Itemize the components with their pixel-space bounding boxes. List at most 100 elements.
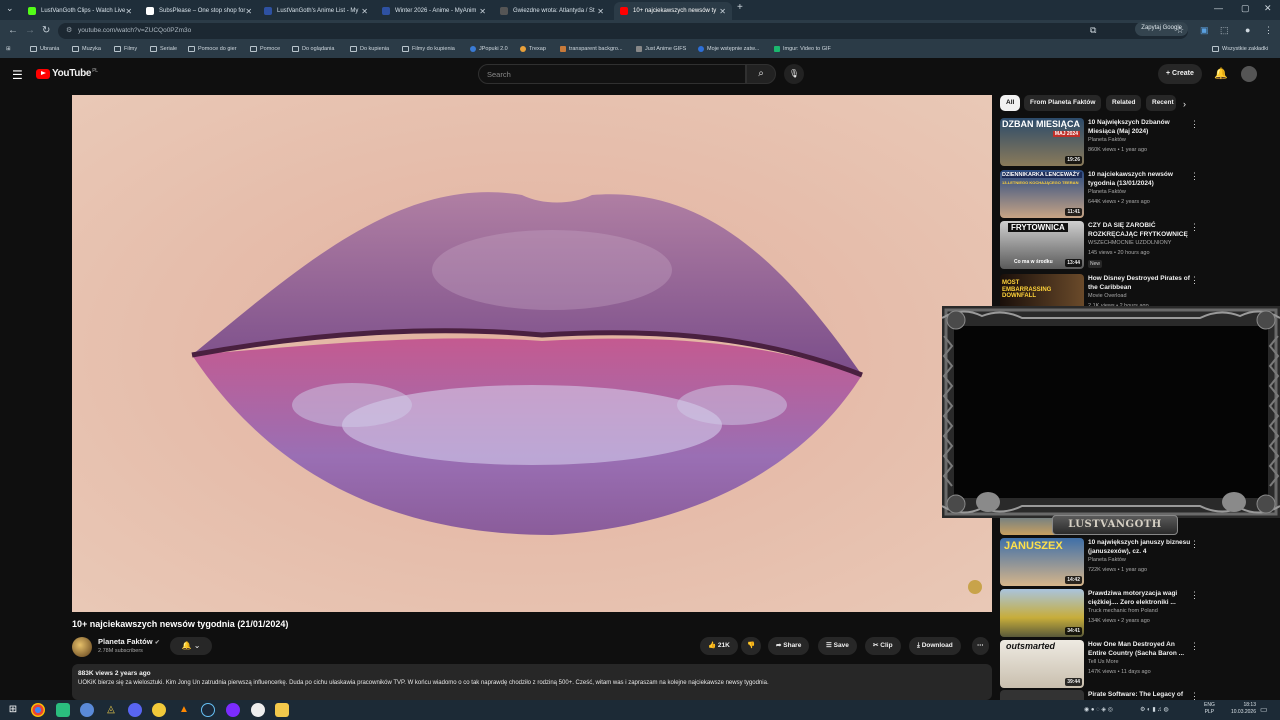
system-tray-icons[interactable]: ◉ ● ◌ ◈ ◎ <box>1084 703 1134 717</box>
profile-icon[interactable]: ● <box>1245 25 1250 35</box>
start-menu-icon[interactable]: ⊞ <box>6 703 20 717</box>
forward-icon[interactable]: → <box>25 25 35 36</box>
browser-tab-1[interactable]: LustVanGoth Clips - Watch Live ✕ <box>22 2 138 20</box>
reload-icon[interactable]: ↻ <box>42 25 50 36</box>
site-info-icon[interactable]: ⚙ <box>66 26 72 34</box>
app-icon[interactable] <box>56 703 70 717</box>
vlc-icon[interactable]: ▲ <box>177 703 191 717</box>
back-icon[interactable]: ← <box>8 25 18 36</box>
search-button[interactable]: ⌕ <box>746 64 776 84</box>
bookmark-link[interactable]: Just Anime GIFS <box>636 46 686 52</box>
share-button[interactable]: ➦ Share <box>768 637 810 655</box>
bookmark-folder[interactable]: Filmy do kupienia <box>402 46 455 52</box>
discord-icon[interactable] <box>128 703 142 717</box>
bookmark-link[interactable]: Moje wstępnie zatw... <box>698 46 759 52</box>
notifications-bell-icon[interactable]: 🔔 <box>1214 67 1228 80</box>
more-vertical-icon[interactable]: ⋮ <box>1190 119 1199 130</box>
bookmark-star-icon[interactable]: ☆ <box>1176 25 1184 36</box>
url-input[interactable]: ⚙ youtube.com/watch?v=ZUCQo0PZm3o <box>58 23 1188 39</box>
chip-all[interactable]: All <box>1000 95 1021 111</box>
extensions-icon[interactable]: ⬚ <box>1220 25 1229 36</box>
save-button[interactable]: ☰ Save <box>818 637 857 655</box>
install-app-icon[interactable]: ⧉ <box>1090 25 1096 36</box>
tray-status-icons[interactable]: ⚙ ◐ ▮ ♫ ◍ <box>1140 703 1200 717</box>
related-video-item[interactable]: outsmarted 39:44 How One Man Destroyed A… <box>1000 640 1205 688</box>
more-vertical-icon[interactable]: ⋮ <box>1190 222 1199 233</box>
bookmark-folder[interactable]: Seriale <box>150 46 177 52</box>
chip-from-channel[interactable]: From Planeta Faktów <box>1024 95 1102 111</box>
more-vertical-icon[interactable]: ⋮ <box>1190 171 1199 182</box>
related-video-item[interactable]: JANUSZEX 14:42 10 największych januszy b… <box>1000 538 1205 586</box>
like-button[interactable]: 👍 21K <box>700 637 738 655</box>
bookmark-link[interactable]: JPopuki 2.0 <box>470 46 508 52</box>
new-tab-icon[interactable]: + <box>737 2 743 13</box>
close-tab-icon[interactable]: ✕ <box>597 7 604 16</box>
bookmark-folder[interactable]: Filmy <box>114 46 137 52</box>
bookmark-folder[interactable]: Pomoce <box>250 46 280 52</box>
chevron-right-icon[interactable]: › <box>1183 99 1186 109</box>
browser-tab-2[interactable]: SubsPlease – One stop shop for ✕ <box>140 2 256 20</box>
chrome-icon[interactable] <box>31 703 45 717</box>
bookmark-folder[interactable]: Muzyka <box>72 46 101 52</box>
youtube-logo[interactable]: YouTube PL <box>36 68 98 79</box>
app-icon[interactable]: ◬ <box>104 703 118 717</box>
steam-icon[interactable] <box>201 703 215 717</box>
chip-related[interactable]: Related <box>1106 95 1142 111</box>
video-player[interactable] <box>72 95 992 612</box>
bookmark-link[interactable]: Imgur: Video to GIF <box>774 46 831 52</box>
bookmark-link[interactable]: transparent backgro... <box>560 46 623 52</box>
related-video-item[interactable]: DZIENNIKARKA LENCEWAŻY 13-LETNIEGO KOCHA… <box>1000 170 1205 218</box>
close-tab-icon[interactable]: ✕ <box>361 7 368 16</box>
app-icon[interactable] <box>80 703 94 717</box>
app-icon[interactable] <box>152 703 166 717</box>
more-vertical-icon[interactable]: ⋮ <box>1190 539 1199 550</box>
maximize-icon[interactable]: ▢ <box>1241 3 1250 14</box>
download-button[interactable]: ⤓ Download <box>909 637 961 655</box>
search-input[interactable]: Search <box>478 64 746 84</box>
description-box[interactable]: 883K views 2 years ago UOKiK bierze się … <box>72 664 992 700</box>
bookmark-folder[interactable]: Ubrania <box>30 46 59 52</box>
related-video-item[interactable]: 34:41 Prawdziwa motoryzacja wagi ciężkie… <box>1000 589 1205 637</box>
app-icon[interactable] <box>226 703 240 717</box>
close-tab-icon[interactable]: ✕ <box>245 7 252 16</box>
more-vertical-icon[interactable]: ⋮ <box>1190 691 1199 700</box>
close-tab-icon[interactable]: ✕ <box>719 7 726 16</box>
create-button[interactable]: + Create <box>1158 64 1202 84</box>
all-bookmarks-folder[interactable]: Wszystkie zakładki <box>1212 46 1268 52</box>
channel-name[interactable]: Planeta Faktów ✔ <box>98 637 160 646</box>
close-tab-icon[interactable]: ✕ <box>125 7 132 16</box>
dislike-button[interactable]: 👎 <box>741 637 762 655</box>
bookmark-link[interactable]: Trexap <box>520 46 546 52</box>
close-window-icon[interactable]: ✕ <box>1264 3 1272 14</box>
more-actions-button[interactable]: ⋯ <box>972 637 989 655</box>
related-video-item[interactable]: FRYTOWNICA Co ma w środku 13:44 CZY DA S… <box>1000 221 1205 269</box>
more-vertical-icon[interactable]: ⋮ <box>1190 641 1199 652</box>
voice-search-button[interactable]: 🎙 <box>784 64 804 84</box>
channel-avatar[interactable] <box>72 637 92 657</box>
chip-recent[interactable]: Recent <box>1146 95 1176 111</box>
clock[interactable]: 18:13 10.03.2026 <box>1231 702 1256 716</box>
browser-tab-4[interactable]: Winter 2026 - Anime - MyAnim ✕ <box>376 2 492 20</box>
extension-calendar-icon[interactable]: ▣ <box>1200 25 1209 36</box>
clip-button[interactable]: ✂ Clip <box>865 637 901 655</box>
bookmark-folder[interactable]: Do oglądania <box>292 46 334 52</box>
minimize-icon[interactable]: — <box>1214 3 1223 13</box>
related-video-item[interactable]: DZBAN MIESIĄCA MAJ 2024 19:26 10 Najwięk… <box>1000 118 1205 166</box>
browser-tab-6-active[interactable]: 10+ najciekawszych newsów ty ✕ <box>614 2 732 20</box>
file-explorer-icon[interactable] <box>275 703 289 717</box>
notifications-icon[interactable]: ▭ <box>1260 703 1274 717</box>
related-video-item[interactable]: Pirate Software: The Legacy of ⋮ <box>1000 690 1205 700</box>
menu-kebab-icon[interactable]: ⋮ <box>1264 25 1273 36</box>
close-tab-icon[interactable]: ✕ <box>479 7 486 16</box>
tab-search-icon[interactable]: ⌄ <box>6 3 14 14</box>
subscribed-notifications-button[interactable]: 🔔 ⌄ <box>170 637 212 655</box>
language-indicator[interactable]: ENG PLP <box>1204 702 1215 716</box>
bookmark-folder[interactable]: Pomoce do gier <box>188 46 237 52</box>
hamburger-menu-icon[interactable]: ☰ <box>12 68 23 82</box>
account-avatar[interactable] <box>1241 66 1257 82</box>
bookmark-folder[interactable]: Do kupienia <box>350 46 389 52</box>
browser-tab-3[interactable]: LustVanGoth's Anime List - My ✕ <box>258 2 374 20</box>
more-vertical-icon[interactable]: ⋮ <box>1190 590 1199 601</box>
apps-grid-icon[interactable]: ⊞ <box>6 46 11 52</box>
more-vertical-icon[interactable]: ⋮ <box>1190 275 1199 286</box>
